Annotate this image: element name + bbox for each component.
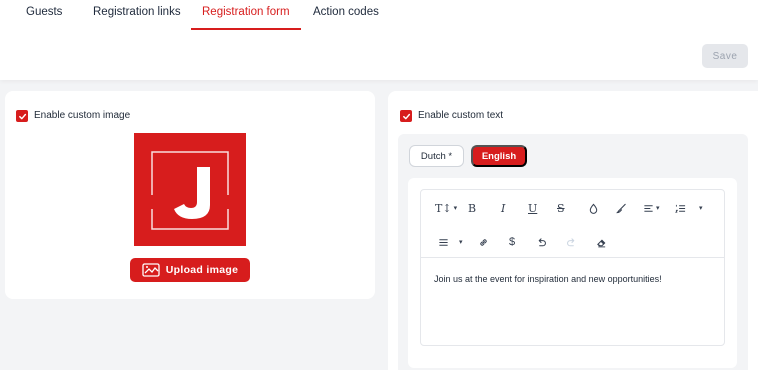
checkmark-icon [402,113,410,119]
language-tab-dutch[interactable]: Dutch * [409,145,464,167]
link-button[interactable] [478,232,489,252]
align-button[interactable]: ▾ [643,198,660,218]
droplet-icon [589,203,598,214]
chevron-down-icon: ▾ [453,204,458,212]
font-size-icon: T↕ [435,201,452,215]
clear-format-button[interactable] [596,232,607,252]
eraser-icon [597,238,606,247]
custom-image-card: Enable custom image Upload image [5,91,375,299]
enable-custom-image-checkbox[interactable] [16,110,28,122]
tab-guests[interactable]: Guests [26,6,62,18]
dollar-button[interactable]: $ [509,232,515,252]
top-bar: Guests Registration links Registration f… [0,0,758,80]
redo-icon [567,237,575,246]
text-color-button[interactable] [588,198,599,218]
bullet-list-icon [439,238,448,246]
editor-card: T↕ ▾ B I U S ▾ ▾ ▾ $ Join us at the even… [408,178,737,368]
bold-button[interactable]: B [468,198,476,218]
bullet-list-chevron-icon[interactable]: ▾ [459,232,463,252]
font-size-button[interactable]: T↕ ▾ [435,198,457,218]
custom-text-card: Enable custom text Dutch * English T↕ ▾ … [388,91,758,370]
custom-image-preview [134,133,246,246]
editor-toolbar-row-1: T↕ ▾ B I U S ▾ ▾ [421,198,724,218]
image-icon [142,263,160,277]
tab-action-codes[interactable]: Action codes [313,6,379,18]
undo-icon [538,237,546,246]
enable-custom-text-label: Enable custom text [418,110,504,121]
undo-button[interactable] [536,232,547,252]
editor-toolbar-row-2: ▾ $ [421,232,724,252]
ordered-list-icon [675,204,686,213]
underline-button[interactable]: U [528,198,537,218]
save-button[interactable]: Save [702,44,748,68]
bullet-list-button[interactable] [438,232,449,252]
more-options-chevron-icon[interactable]: ▾ [699,198,703,218]
upload-image-button[interactable]: Upload image [130,258,250,282]
chevron-down-icon: ▾ [656,205,660,212]
rich-text-editor[interactable]: T↕ ▾ B I U S ▾ ▾ ▾ $ Join us at the even… [420,189,725,346]
brush-icon [616,203,626,213]
language-editor-panel: Dutch * English T↕ ▾ B I U S ▾ ▾ ▾ $ Joi… [398,134,748,370]
tab-registration-links[interactable]: Registration links [93,6,181,18]
redo-button[interactable] [566,232,577,252]
toolbar-divider [421,257,724,258]
highlight-button[interactable] [616,198,627,218]
active-tab-indicator [191,28,301,30]
italic-button[interactable]: I [501,198,505,218]
editor-content[interactable]: Join us at the event for inspiration and… [434,274,662,284]
logo-image [151,151,229,230]
checkmark-icon [18,113,26,119]
align-left-icon [644,204,653,212]
enable-custom-image-label: Enable custom image [34,110,131,121]
tab-registration-form[interactable]: Registration form [202,6,290,18]
strikethrough-button[interactable]: S [557,198,565,218]
upload-image-label: Upload image [165,264,239,276]
ordered-list-button[interactable] [675,198,686,218]
language-tab-english[interactable]: English [471,145,527,167]
enable-custom-text-checkbox[interactable] [400,110,412,122]
link-icon [480,238,487,246]
